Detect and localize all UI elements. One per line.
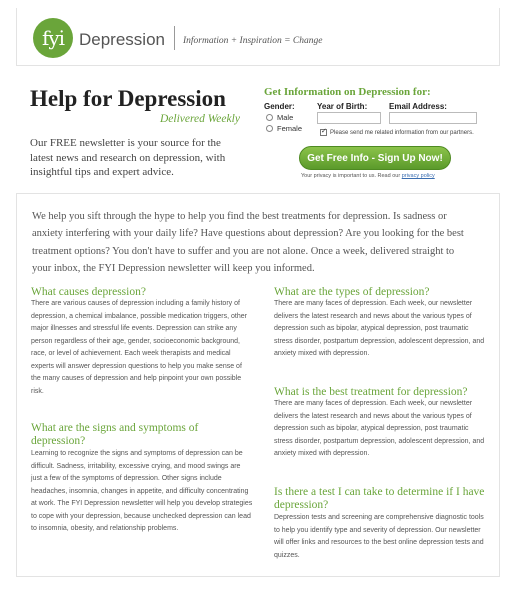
page-title: Help for Depression	[30, 86, 226, 111]
year-of-birth-select[interactable]	[317, 112, 381, 124]
female-label: Female	[277, 124, 303, 133]
form-title: Get Information on Depression for:	[264, 86, 431, 98]
brand-name[interactable]: Depression	[79, 30, 165, 50]
section-body-signs: Learning to recognize the signs and symp…	[31, 450, 253, 532]
section-body-types: There are many faces of depression. Each…	[274, 300, 485, 357]
male-label: Male	[277, 113, 294, 122]
year-of-birth-label: Year of Birth:	[317, 102, 368, 111]
email-label: Email Address:	[389, 102, 447, 111]
section-body-causes: There are various causes of depression i…	[31, 300, 247, 395]
signup-button[interactable]: Get Free Info - Sign Up Now!	[299, 146, 451, 170]
consent-option[interactable]: Please send me related information from …	[320, 127, 474, 136]
gender-male-option[interactable]: Male	[266, 113, 293, 122]
page-subtitle: Delivered Weekly	[160, 113, 240, 125]
privacy-note: Your privacy is important to us. Read ou…	[301, 173, 435, 179]
female-radio[interactable]	[266, 125, 273, 132]
consent-label: Please send me related information from …	[330, 129, 474, 136]
privacy-text: Your privacy is important to us. Read ou…	[301, 173, 401, 179]
email-field[interactable]	[389, 112, 477, 124]
section-title-signs: What are the signs and symptoms of depre…	[31, 422, 199, 447]
intro-paragraph: We help you sift through the hype to hel…	[32, 211, 464, 274]
tagline: Information + Inspiration = Change	[183, 36, 323, 46]
fyi-logo[interactable]: fyi	[33, 18, 73, 58]
hero-description: Our FREE newsletter is your source for t…	[30, 137, 226, 178]
gender-label: Gender:	[264, 102, 295, 111]
gender-female-option[interactable]: Female	[266, 124, 302, 133]
section-body-treatment: There are many faces of depression. Each…	[274, 400, 485, 457]
privacy-policy-link[interactable]: privacy policy	[402, 173, 435, 179]
consent-checkbox[interactable]	[320, 127, 327, 136]
male-radio[interactable]	[266, 114, 273, 121]
section-title-test: Is there a test I can take to determine …	[274, 486, 485, 511]
site-header: fyi Depression Information + Inspiration…	[16, 8, 500, 66]
logo-divider	[174, 26, 175, 50]
section-body-test: Depression tests and screening are compr…	[274, 514, 484, 559]
